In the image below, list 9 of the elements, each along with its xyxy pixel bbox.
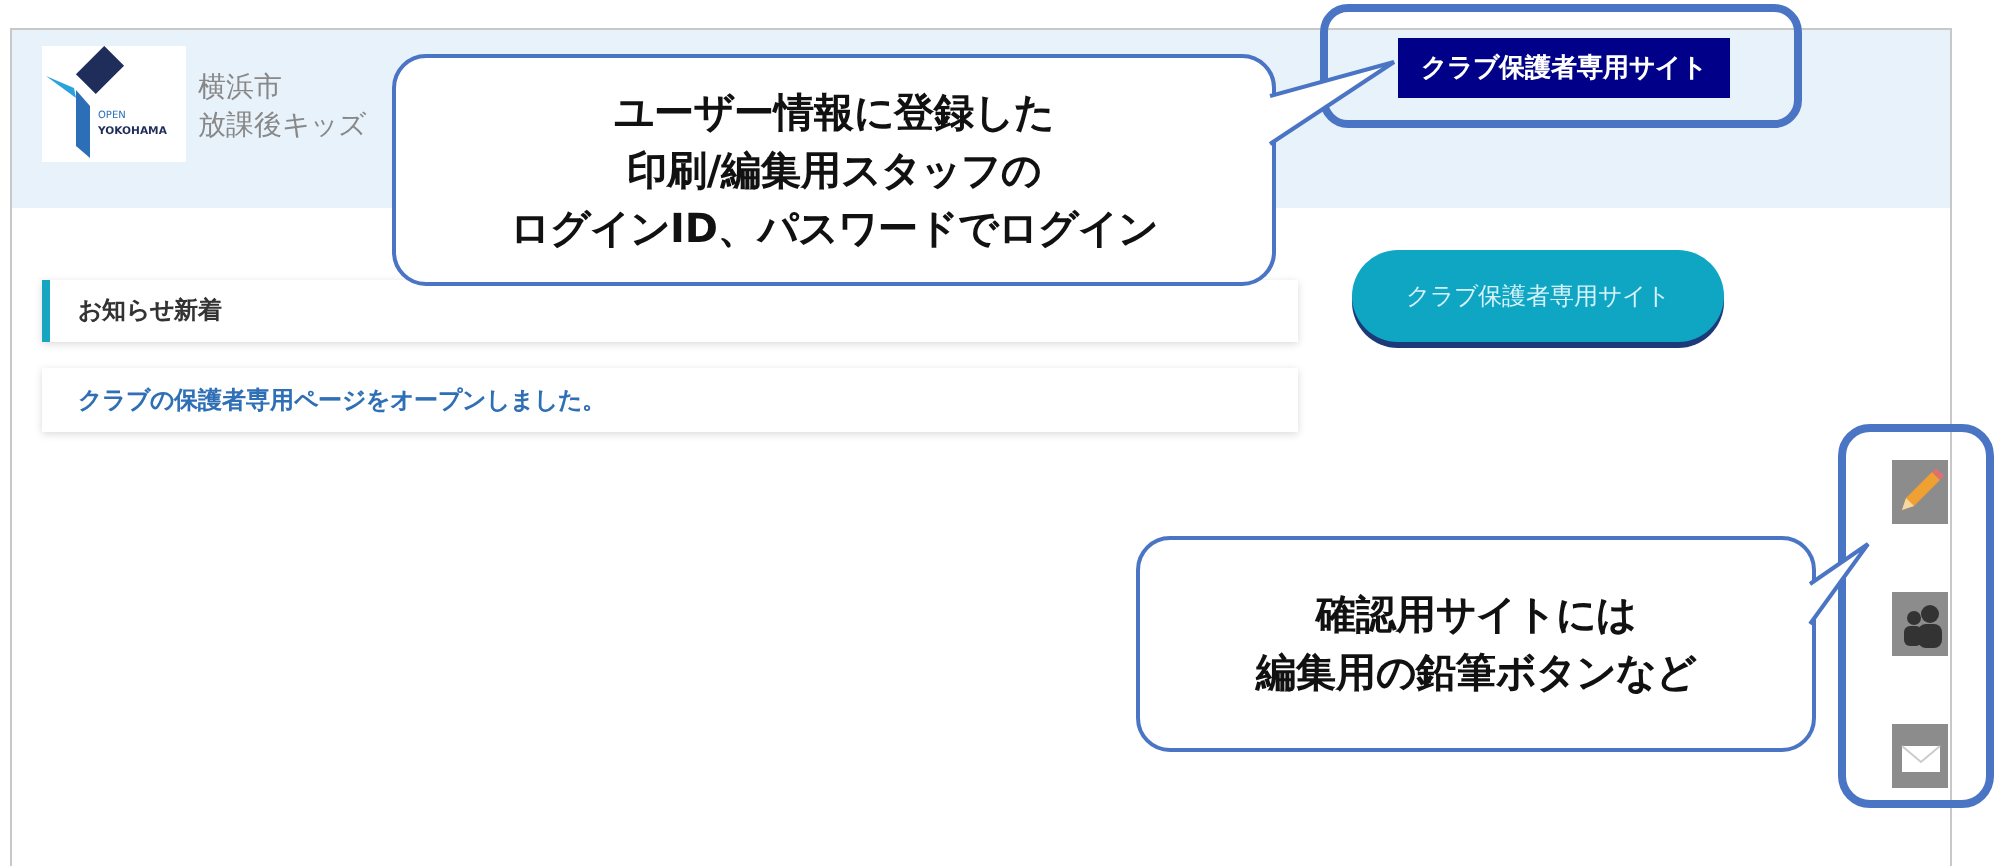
people-icon[interactable] [1892,592,1948,656]
callout-text: 確認用サイトには 編集用の鉛筆ボタンなど [1256,588,1696,700]
site-title: 放課後キッズ [198,108,366,146]
callout-text: ユーザー情報に登録した 印刷/編集用スタッフの ログインID、パスワードでログイン [509,85,1159,255]
news-heading: お知らせ新着 [42,280,1298,342]
mail-icon[interactable] [1892,724,1948,788]
site-title: 横浜市 [198,70,284,108]
news-link[interactable]: クラブの保護者専用ページをオープンしました。 [42,368,1298,432]
site-button[interactable]: クラブ保護者専用サイト [1398,38,1730,98]
